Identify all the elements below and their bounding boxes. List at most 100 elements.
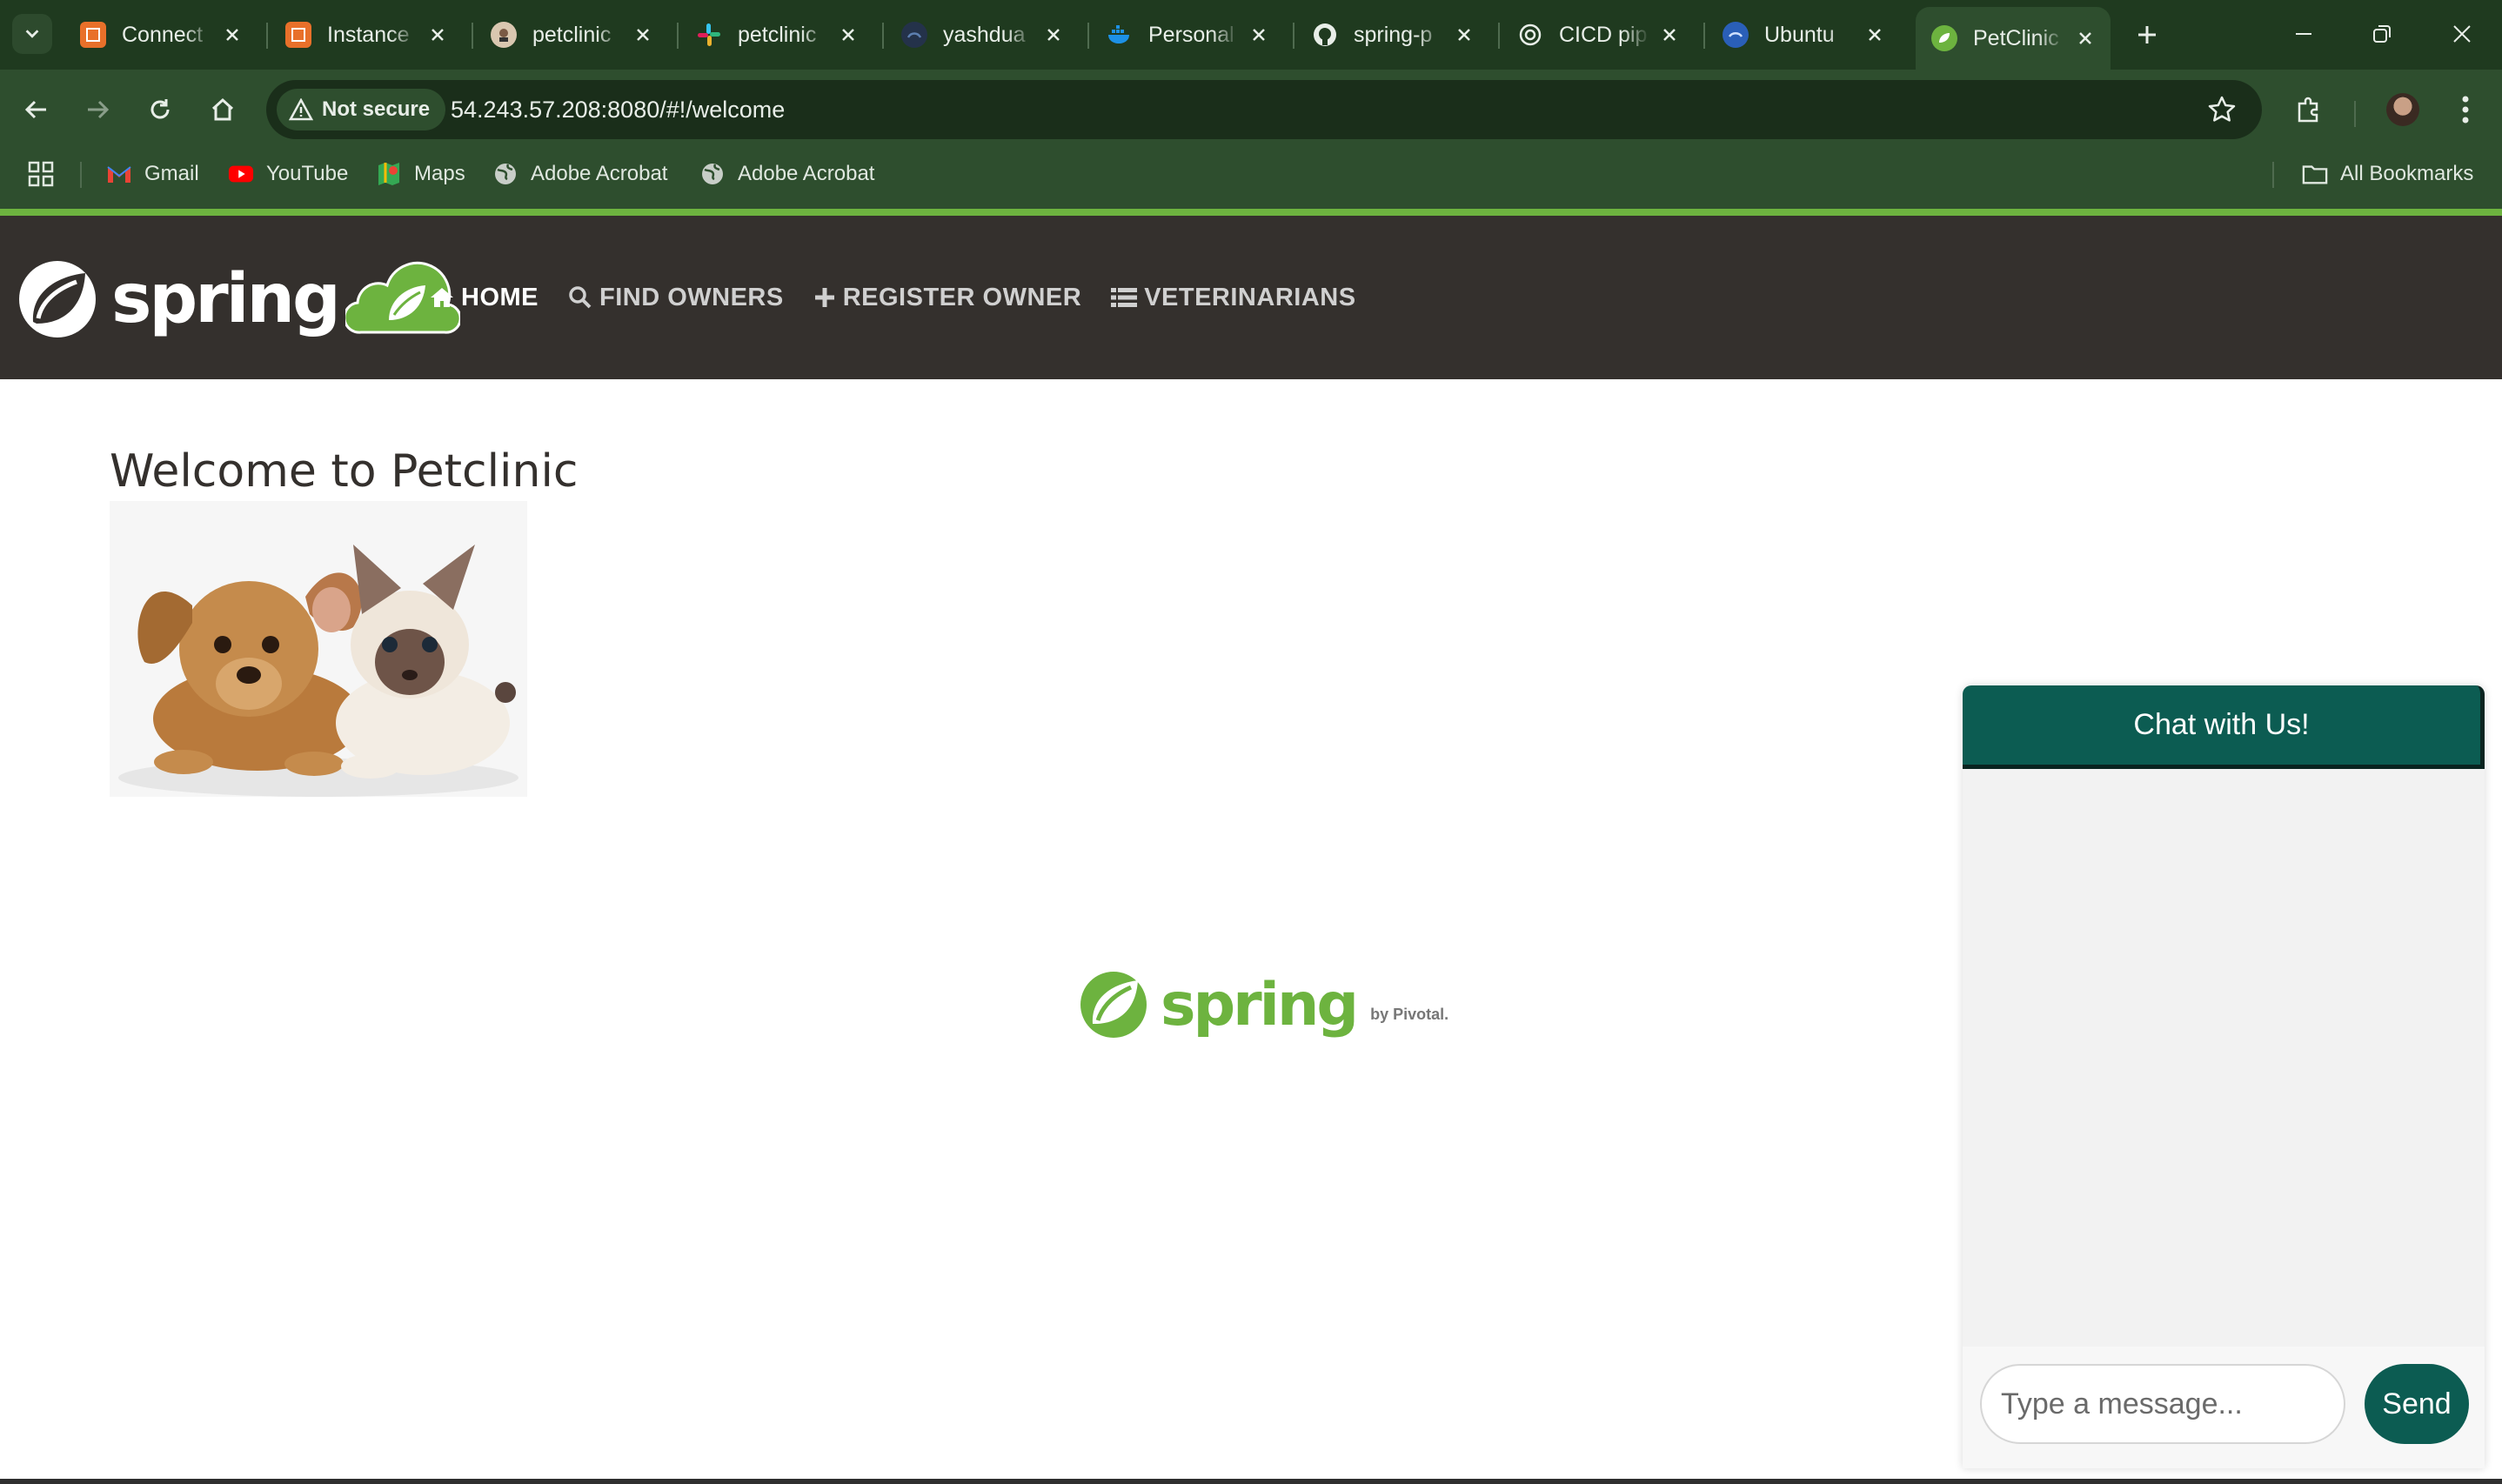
tab-search-button[interactable] xyxy=(12,14,52,54)
chatgpt-icon xyxy=(1517,22,1543,48)
spring-leaf-icon xyxy=(1080,972,1147,1038)
minimize-button[interactable] xyxy=(2278,12,2330,56)
nav-register-owner[interactable]: REGISTER OWNER xyxy=(813,284,1081,312)
close-tab-icon[interactable] xyxy=(2072,25,2098,51)
close-tab-icon[interactable] xyxy=(1451,22,1477,48)
bookmark-youtube[interactable]: YouTube xyxy=(228,150,348,198)
more-vertical-icon xyxy=(2462,96,2469,124)
docker-icon xyxy=(1107,22,1133,48)
nav-find-owners-label: FIND OWNERS xyxy=(599,283,784,311)
chat-message-input[interactable] xyxy=(1980,1364,2345,1444)
arrow-left-icon xyxy=(24,100,46,119)
search-icon xyxy=(569,286,592,309)
tab-petclinic-slack[interactable]: petclinic xyxy=(680,7,873,63)
tab-title: Personal xyxy=(1148,22,1234,47)
chat-send-button[interactable]: Send xyxy=(2365,1364,2469,1444)
home-icon xyxy=(211,97,234,121)
close-tab-icon[interactable] xyxy=(630,22,656,48)
tab-yashdua[interactable]: yashdua xyxy=(886,7,1079,63)
tab-cicd-chatgpt[interactable]: CICD pip xyxy=(1502,7,1695,63)
reload-icon xyxy=(151,99,170,119)
warning-icon xyxy=(289,98,313,121)
tab-title: Instance xyxy=(327,22,410,47)
plus-icon xyxy=(2138,26,2156,43)
home-icon xyxy=(431,288,453,307)
security-label: Not secure xyxy=(322,97,431,121)
tab-title: yashdua xyxy=(943,22,1026,47)
nav-find-owners[interactable]: FIND OWNERS xyxy=(568,284,784,312)
menu-button[interactable] xyxy=(2443,87,2488,132)
close-icon xyxy=(2453,25,2471,43)
bookmark-label: YouTube xyxy=(266,162,349,185)
close-tab-icon[interactable] xyxy=(1656,22,1682,48)
nav-register-owner-label: REGISTER OWNER xyxy=(842,283,1082,311)
close-tab-icon[interactable] xyxy=(425,22,451,48)
forward-button[interactable] xyxy=(75,87,120,132)
close-tab-icon[interactable] xyxy=(1862,22,1888,48)
tab-title: Connect xyxy=(122,22,204,47)
spring-logo[interactable]: spring xyxy=(16,256,460,343)
apps-button[interactable] xyxy=(28,150,54,198)
restore-icon xyxy=(2373,25,2391,43)
bookmark-gmail[interactable]: Gmail xyxy=(106,150,199,198)
tab-ubuntu[interactable]: Ubuntu xyxy=(1707,7,1900,63)
apps-grid-icon xyxy=(28,161,54,187)
nav-veterinarians-label: VETERINARIANS xyxy=(1144,283,1356,311)
jenkins-icon xyxy=(491,22,517,48)
all-bookmarks-button[interactable]: All Bookmarks xyxy=(2302,150,2473,198)
address-bar[interactable]: Not secure 54.243.57.208:8080/#!/welcome xyxy=(266,80,2262,139)
tab-petclinic-active[interactable]: PetClinic xyxy=(1916,7,2111,70)
bookmark-star-button[interactable] xyxy=(2204,92,2239,127)
tab-petclinic-jenkins[interactable]: petclinic xyxy=(475,7,668,63)
bookmark-adobe-acrobat-2[interactable]: Adobe Acrobat xyxy=(699,150,874,198)
chat-header[interactable]: Chat with Us! xyxy=(1963,685,2485,769)
close-tab-icon[interactable] xyxy=(1040,22,1067,48)
github-icon xyxy=(1312,22,1338,48)
bookmark-label: Maps xyxy=(414,162,465,185)
footer-by-pivotal: by Pivotal. xyxy=(1370,1005,1449,1023)
browser-tab-strip: Connect Instance petclinic petclinic yas… xyxy=(0,0,2502,70)
chat-title: Chat with Us! xyxy=(2133,708,2310,741)
extensions-button[interactable] xyxy=(2286,87,2331,132)
nav-veterinarians[interactable]: VETERINARIANS xyxy=(1111,284,1355,312)
logo-text: spring xyxy=(111,260,341,338)
back-button[interactable] xyxy=(14,87,59,132)
profile-button[interactable] xyxy=(2380,87,2425,132)
tab-title: petclinic xyxy=(738,22,817,47)
minimize-icon xyxy=(2296,33,2311,35)
close-window-button[interactable] xyxy=(2436,12,2488,56)
restore-button[interactable] xyxy=(2356,12,2408,56)
home-button[interactable] xyxy=(200,87,245,132)
nav-home-label: HOME xyxy=(461,283,539,311)
bookmark-maps[interactable]: Maps xyxy=(376,150,465,198)
github-avatar-icon xyxy=(901,22,927,48)
security-chip[interactable]: Not secure xyxy=(277,89,446,130)
chat-widget: Chat with Us! Send xyxy=(1963,685,2485,1468)
new-tab-button[interactable] xyxy=(2128,16,2166,54)
close-tab-icon[interactable] xyxy=(1246,22,1272,48)
tab-title: CICD pip xyxy=(1559,22,1648,47)
list-icon xyxy=(1111,288,1138,307)
spring-leaf-icon xyxy=(19,261,96,338)
bookmark-adobe-acrobat-1[interactable]: Adobe Acrobat xyxy=(492,150,667,198)
tab-connect[interactable]: Connect xyxy=(64,7,258,63)
puzzle-icon xyxy=(2298,97,2318,123)
tab-personal-docker[interactable]: Personal xyxy=(1091,7,1284,63)
pets-image xyxy=(110,501,527,797)
nav-home[interactable]: HOME xyxy=(430,284,539,312)
reload-button[interactable] xyxy=(137,87,183,132)
globe-icon xyxy=(699,161,726,187)
slack-icon xyxy=(696,22,722,48)
app-navbar: spring HOME FIND OWNERS REGISTER OWNER V… xyxy=(0,216,2502,379)
url-text[interactable]: 54.243.57.208:8080/#!/welcome xyxy=(451,80,785,139)
spring-icon xyxy=(1931,25,1957,51)
tab-spring-github[interactable]: spring-p xyxy=(1296,7,1489,63)
chevron-down-icon xyxy=(25,30,39,38)
footer-logo-text: spring xyxy=(1161,970,1359,1039)
close-tab-icon[interactable] xyxy=(219,22,245,48)
close-tab-icon[interactable] xyxy=(835,22,861,48)
youtube-icon xyxy=(228,161,254,187)
tab-instance[interactable]: Instance xyxy=(270,7,463,63)
tab-title: PetClinic xyxy=(1973,25,2059,50)
globe-icon xyxy=(492,161,518,187)
